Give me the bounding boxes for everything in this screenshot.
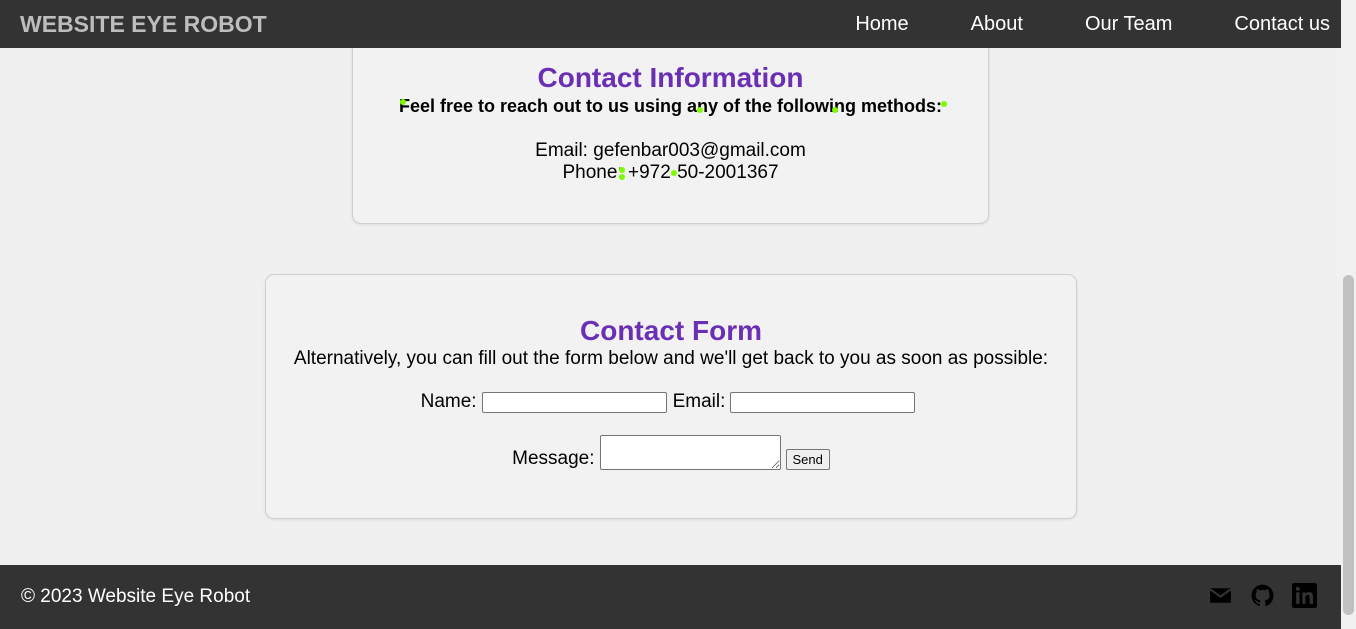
social-links [1208, 583, 1317, 608]
marker-dot [941, 101, 947, 107]
contact-information-card: Contact Information Feel free to reach o… [352, 20, 989, 224]
page: WEBSITE EYE ROBOT Home About Our Team Co… [0, 0, 1341, 629]
message-row: Message: Send [266, 435, 1076, 470]
email-field-label: Email: [672, 391, 726, 412]
nav-home[interactable]: Home [855, 13, 908, 36]
nav-contact-us[interactable]: Contact us [1234, 13, 1330, 36]
name-email-row: Name: Email: [266, 391, 1076, 413]
footer: © 2023 Website Eye Robot [0, 565, 1341, 629]
send-button[interactable]: Send [785, 449, 830, 470]
mail-icon[interactable] [1208, 583, 1233, 608]
marker-dot [619, 167, 625, 173]
marker-dot [619, 174, 625, 180]
name-input[interactable] [481, 391, 667, 413]
top-navbar: WEBSITE EYE ROBOT Home About Our Team Co… [0, 0, 1341, 48]
message-textarea[interactable] [599, 435, 781, 470]
contact-form-title: Contact Form [580, 315, 762, 346]
vertical-scrollbar[interactable] [1341, 0, 1356, 629]
email-value: gefenbar003@gmail.com [593, 140, 806, 161]
nav-about[interactable]: About [971, 13, 1023, 36]
main-nav: Home About Our Team Contact us [855, 0, 1330, 48]
marker-dot [832, 107, 838, 113]
phone-label: Phone: [562, 162, 623, 183]
contact-form-card: Contact Form Alternatively, you can fill… [265, 274, 1077, 519]
name-label: Name: [420, 391, 477, 412]
scrollbar-thumb[interactable] [1343, 275, 1354, 615]
email-label: Email: [535, 140, 588, 161]
contact-information-title: Contact Information [537, 62, 804, 93]
marker-dot [400, 99, 406, 105]
email-field[interactable] [730, 391, 916, 413]
linkedin-icon[interactable] [1292, 583, 1317, 608]
github-icon[interactable] [1250, 583, 1275, 608]
contact-form-lead: Alternatively, you can fill out the form… [293, 348, 1049, 369]
brand-logo-text[interactable]: WEBSITE EYE ROBOT [20, 0, 267, 48]
contact-information-lead: Feel free to reach out to us using any o… [398, 96, 943, 116]
message-label: Message: [512, 448, 595, 469]
marker-dot [671, 170, 677, 176]
marker-dot [697, 107, 703, 113]
nav-our-team[interactable]: Our Team [1085, 13, 1172, 36]
contact-email-line: Email: gefenbar003@gmail.com [353, 140, 988, 162]
phone-value: +972-50-2001367 [627, 162, 779, 183]
copyright-text: © 2023 Website Eye Robot [21, 586, 251, 607]
